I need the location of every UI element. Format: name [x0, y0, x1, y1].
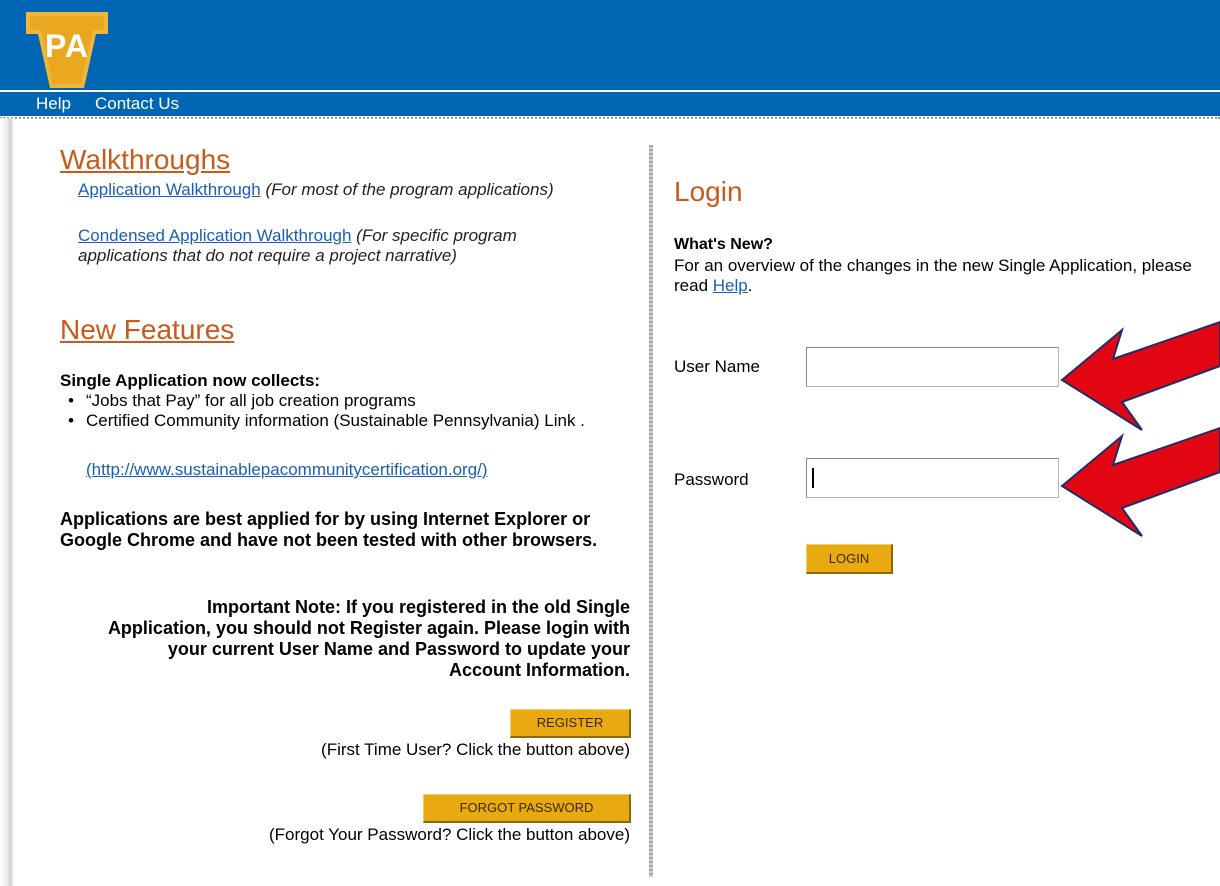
features-list: “Jobs that Pay” for all job creation pro…: [68, 391, 638, 431]
password-label: Password: [674, 470, 749, 489]
username-input[interactable]: [806, 347, 1059, 387]
walkthroughs-heading[interactable]: Walkthroughs: [60, 144, 230, 176]
list-item: Certified Community information (Sustain…: [68, 411, 638, 431]
nav-help-link[interactable]: Help: [36, 94, 71, 114]
top-nav: Help Contact Us: [0, 92, 1220, 116]
application-walkthrough-link[interactable]: Application Walkthrough: [78, 180, 261, 199]
new-features-heading[interactable]: New Features: [60, 314, 234, 346]
collects-heading: Single Application now collects:: [60, 371, 321, 390]
register-button[interactable]: REGISTER: [510, 709, 631, 738]
register-caption: (First Time User? Click the button above…: [321, 740, 630, 759]
important-note: Important Note: If you registered in the…: [107, 597, 630, 680]
pa-keystone-logo[interactable]: PA: [26, 12, 108, 88]
forgot-password-button[interactable]: FORGOT PASSWORD: [423, 794, 631, 823]
walkthrough-note: (For most of the program applications): [265, 180, 554, 199]
logo-text: PA: [44, 28, 90, 64]
login-title: Login: [674, 176, 743, 207]
username-label: User Name: [674, 357, 760, 376]
list-item: “Jobs that Pay” for all job creation pro…: [68, 391, 638, 411]
overview-text: For an overview of the changes in the ne…: [674, 256, 1194, 296]
whats-new-heading: What's New?: [674, 236, 773, 253]
sustainable-pa-link[interactable]: (http://www.sustainablepacommunitycertif…: [86, 460, 488, 480]
overview-period: .: [747, 276, 753, 295]
help-link[interactable]: Help: [713, 276, 748, 295]
red-arrow-icon: [1060, 426, 1220, 537]
password-input[interactable]: [806, 458, 1059, 498]
forgot-password-caption: (Forgot Your Password? Click the button …: [269, 825, 630, 844]
nav-contact-link[interactable]: Contact Us: [95, 94, 179, 114]
browsers-note: Applications are best applied for by usi…: [60, 509, 598, 550]
condensed-walkthrough-link[interactable]: Condensed Application Walkthrough: [78, 226, 351, 245]
left-shadow-rail: [0, 118, 14, 886]
login-button[interactable]: LOGIN: [806, 544, 893, 574]
walkthrough-item: Application Walkthrough (For most of the…: [78, 180, 578, 200]
header-divider: [0, 117, 1220, 119]
header-banner: PA: [0, 0, 1220, 90]
walkthrough-item: Condensed Application Walkthrough (For s…: [78, 226, 578, 266]
column-divider: [649, 145, 653, 877]
text-cursor: [812, 468, 814, 488]
